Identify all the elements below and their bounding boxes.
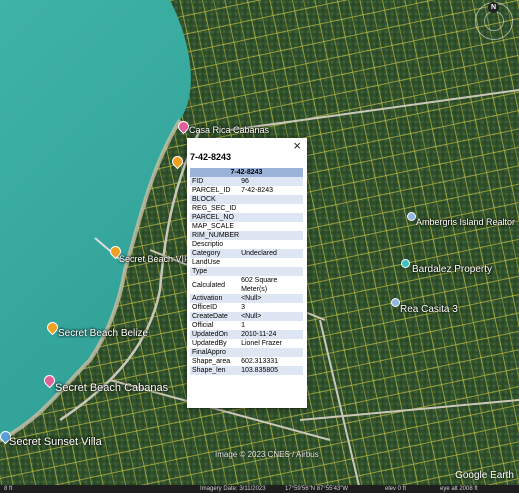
attribute-value: 602.313331	[239, 357, 303, 366]
attribute-value	[239, 204, 303, 213]
table-row: Activation <Null>	[190, 294, 303, 303]
attribute-value: 602 Square Meter(s)	[239, 276, 303, 294]
attribute-value: 103.835805	[239, 366, 303, 375]
place-label-ambergris-realtor[interactable]: Ambergris Island Realtor	[416, 217, 515, 227]
attribute-table: 7-42-8243 FID 96 PARCEL_ID 7-42-8243 BLOCK RE…	[190, 168, 303, 375]
attribute-name: Shape_len	[190, 366, 240, 375]
attribute-value	[239, 231, 303, 240]
table-row: MAP_SCALE	[190, 222, 303, 231]
table-row: FinalAppro	[190, 348, 303, 357]
attribute-name: FID	[190, 177, 240, 186]
attribute-name: Category	[190, 249, 240, 258]
blue-pin-icon[interactable]	[391, 298, 400, 307]
attribute-name: PARCEL_NO	[190, 213, 240, 222]
table-row: REG_SEC_ID	[190, 204, 303, 213]
attribute-name: REG_SEC_ID	[190, 204, 240, 213]
table-header: 7-42-8243	[190, 168, 303, 177]
compass-ring	[484, 11, 504, 31]
attribute-value	[239, 348, 303, 357]
table-row: Descriptio	[190, 240, 303, 249]
coordinates-readout: 17°59'56"N 87°55'43"W	[285, 486, 349, 492]
teal-pin-icon[interactable]	[401, 259, 410, 268]
table-row: PARCEL_ID 7-42-8243	[190, 186, 303, 195]
table-row: Shape_area 602.313331	[190, 357, 303, 366]
table-row: FID 96	[190, 177, 303, 186]
attribute-value: <Null>	[239, 312, 303, 321]
attribute-value: 2010-11-24	[239, 330, 303, 339]
table-row: Type	[190, 267, 303, 276]
attribute-value: Undeclared	[239, 249, 303, 258]
place-label-secret-beach-belize[interactable]: Secret Beach Belize	[58, 328, 148, 339]
attribute-value	[239, 258, 303, 267]
attribute-name: Shape_area	[190, 357, 240, 366]
attribute-name: Calculated	[190, 276, 240, 294]
scale-readout: 8 ft	[4, 486, 13, 492]
attribute-name: UpdatedBy	[190, 339, 240, 348]
table-row: Official 1	[190, 321, 303, 330]
attribute-value	[239, 195, 303, 204]
imagery-date: Imagery Date: 3/11/2023	[200, 486, 266, 492]
table-row: BLOCK	[190, 195, 303, 204]
attribute-rows: FID 96 PARCEL_ID 7-42-8243 BLOCK REG_SEC_ID PA…	[190, 177, 303, 375]
place-label-bardalez-property[interactable]: Bardalez Property	[412, 264, 492, 275]
status-bar: 8 ft Imagery Date: 3/11/2023 17°59'56"N …	[0, 485, 519, 493]
table-row: PARCEL_NO	[190, 213, 303, 222]
attribute-value: 1	[239, 321, 303, 330]
attribute-name: MAP_SCALE	[190, 222, 240, 231]
imagery-credit: Image © 2023 CNES / Airbus	[215, 450, 319, 459]
attribute-name: UpdatedOn	[190, 330, 240, 339]
table-row: UpdatedBy Lionel Frazer	[190, 339, 303, 348]
parcel-info-popup: × 7-42-8243 7-42-8243 FID 96 PARCEL_ID 7-42…	[187, 138, 307, 408]
attribute-name: Descriptio	[190, 240, 240, 249]
table-row: CreateDate <Null>	[190, 312, 303, 321]
place-label-rea-casita[interactable]: Rea Casita 3	[400, 304, 458, 315]
table-row: OfficeID 3	[190, 303, 303, 312]
north-indicator[interactable]: N	[488, 2, 499, 13]
attribute-name: PARCEL_ID	[190, 186, 240, 195]
attribute-value: 7-42-8243	[239, 186, 303, 195]
blue-pin-icon[interactable]	[407, 212, 416, 221]
place-label-secret-sunset-villa[interactable]: Secret Sunset Villa	[9, 436, 102, 448]
attribute-value	[239, 213, 303, 222]
attribute-value: 3	[239, 303, 303, 312]
table-row: RIM_NUMBER	[190, 231, 303, 240]
table-row: LandUse	[190, 258, 303, 267]
google-earth-logo: Google Earth	[455, 470, 514, 481]
compass-control[interactable]: N	[475, 2, 513, 40]
attribute-name: LandUse	[190, 258, 240, 267]
attribute-name: BLOCK	[190, 195, 240, 204]
place-label-secret-beach-vip[interactable]: Secret Beach VIP	[119, 254, 190, 264]
attribute-value	[239, 240, 303, 249]
eye-altitude-readout: eye alt 2008 ft	[440, 486, 478, 492]
attribute-name: CreateDate	[190, 312, 240, 321]
table-row: Calculated 602 Square Meter(s)	[190, 276, 303, 294]
attribute-value: <Null>	[239, 294, 303, 303]
attribute-name: Type	[190, 267, 240, 276]
attribute-name: RIM_NUMBER	[190, 231, 240, 240]
attribute-name: FinalAppro	[190, 348, 240, 357]
place-label-secret-beach-cabanas[interactable]: Secret Beach Cabanas	[55, 382, 168, 394]
attribute-name: Official	[190, 321, 240, 330]
attribute-name: Activation	[190, 294, 240, 303]
table-row: Category Undeclared	[190, 249, 303, 258]
place-label-casa[interactable]: Casa Rica Cabanas	[189, 125, 269, 135]
attribute-value: 96	[239, 177, 303, 186]
attribute-value	[239, 222, 303, 231]
attribute-value	[239, 267, 303, 276]
popup-title: 7-42-8243	[190, 152, 232, 162]
attribute-name: OfficeID	[190, 303, 240, 312]
elevation-readout: elev 0 ft	[385, 486, 407, 492]
table-row: Shape_len 103.835805	[190, 366, 303, 375]
table-row: UpdatedOn 2010-11-24	[190, 330, 303, 339]
close-icon[interactable]: ×	[293, 138, 301, 153]
attribute-value: Lionel Frazer	[239, 339, 303, 348]
